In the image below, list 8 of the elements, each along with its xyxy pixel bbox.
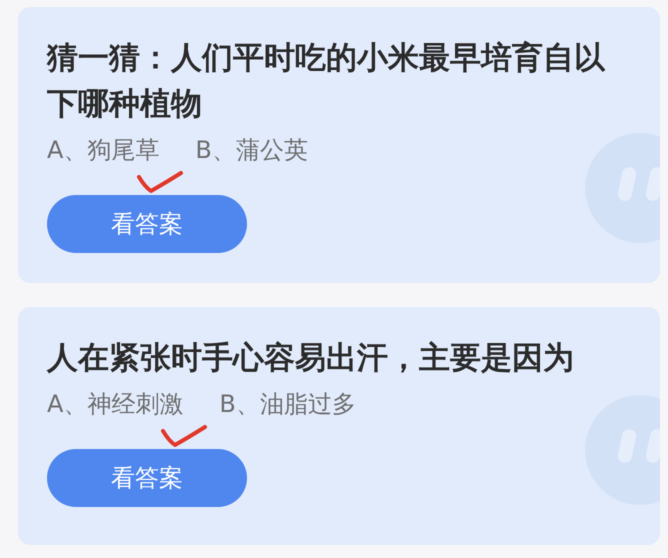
show-answer-button[interactable]: 看答案 xyxy=(47,449,247,507)
show-answer-button[interactable]: 看答案 xyxy=(47,195,247,253)
question-text: 人在紧张时手心容易出汗，主要是因为 xyxy=(47,339,574,378)
answer-option: A、神经刺激 xyxy=(47,390,184,418)
answer-option: A、狗尾草 xyxy=(47,136,160,164)
answer-option: B、油脂过多 xyxy=(219,390,356,418)
question-text: 猜一猜：人们平时吃的小米最早培育自以下哪种植物 xyxy=(47,39,606,124)
answer-option: B、蒲公英 xyxy=(195,136,308,164)
